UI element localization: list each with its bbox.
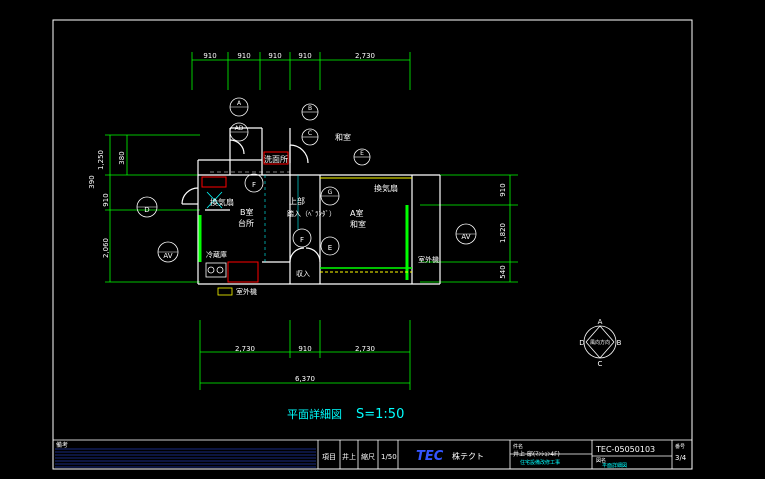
room-kanki-2: 換気扇 xyxy=(374,183,398,193)
dim-top-4: 910 xyxy=(298,52,311,60)
project-sub: 住宅設備改修工事 xyxy=(520,459,560,466)
title-block-hatch xyxy=(55,448,316,468)
dim-top-3: 910 xyxy=(268,52,281,60)
drawing-scale: S=1:50 xyxy=(356,407,404,422)
company-name: 株テクト xyxy=(452,451,484,461)
room-roka: 上部 xyxy=(289,196,305,206)
direction-left: D xyxy=(579,339,584,347)
room-nyuka: 踏入（ﾍﾞﾗﾝﾀﾞ） xyxy=(287,209,336,218)
dim-bottom-3: 2,730 xyxy=(355,345,375,353)
dim-right-3: 540 xyxy=(499,265,507,278)
view-marker-11: AV xyxy=(157,241,179,263)
company-logo: TEC xyxy=(416,449,444,464)
dim-right-1: 910 xyxy=(499,183,507,196)
dim-left-3: 910 xyxy=(102,193,110,206)
dim-left-total: 390 xyxy=(88,175,96,188)
direction-symbol: A D B C 風向方向 xyxy=(579,318,621,368)
marker-12-label: AV xyxy=(461,233,470,241)
dim-left-4: 2,060 xyxy=(102,238,110,258)
direction-top: A xyxy=(598,318,603,326)
room-reizou: 冷蔵庫 xyxy=(206,250,227,259)
marker-8-label: G xyxy=(328,189,333,196)
title-block-item-label: 項目 xyxy=(322,453,336,461)
view-marker-2: AD xyxy=(229,122,249,142)
room-a: A室 xyxy=(350,208,363,218)
room-b: B室 xyxy=(240,207,254,217)
marker-10-label: E xyxy=(328,244,332,252)
marker-9-label: F xyxy=(300,236,304,244)
marker-1-label: A xyxy=(237,100,242,107)
marker-5-label: E xyxy=(360,150,364,157)
drawing-title: 平面詳細図 xyxy=(287,407,342,421)
room-a-washitsu: 和室 xyxy=(350,219,366,229)
cad-drawing-canvas: 910 910 910 910 2,730 1,250 380 910 2,06… xyxy=(52,19,693,470)
view-marker-1: A xyxy=(229,97,249,117)
view-marker-8: G xyxy=(320,186,340,206)
direction-bottom: C xyxy=(598,360,603,368)
title-block-note-label: 備考 xyxy=(56,441,68,449)
title-block-scale-label: 縮尺 xyxy=(361,452,375,461)
marker-11-label: AV xyxy=(163,252,172,260)
view-marker-10: E xyxy=(320,236,340,256)
outdoor-unit-symbol xyxy=(217,287,233,296)
view-marker-12: AV xyxy=(455,223,477,245)
view-marker-9: F xyxy=(292,228,312,248)
marker-7-label: F xyxy=(252,181,256,189)
marker-3-label: B xyxy=(308,105,312,112)
view-marker-3: B xyxy=(301,103,319,121)
marker-2-label: AD xyxy=(235,125,244,132)
room-shitsugai-2: 室外機 xyxy=(418,255,439,264)
dim-left-2: 380 xyxy=(118,151,126,164)
dim-top-5: 2,730 xyxy=(355,52,375,60)
room-shunou: 収入 xyxy=(296,270,310,278)
dim-left-1: 1,250 xyxy=(97,150,105,170)
dim-bottom-2: 910 xyxy=(298,345,311,353)
marker-4-label: C xyxy=(308,130,312,137)
drawing-code: TEC-05050103 xyxy=(595,445,655,454)
dim-right-2: 1,820 xyxy=(499,223,507,243)
title-block-item-value: 井上 xyxy=(342,452,356,461)
room-daidokoro: 台所 xyxy=(238,218,254,228)
view-marker-5: E xyxy=(353,148,371,166)
view-marker-7: F xyxy=(244,173,264,193)
room-washitsu: 和室 xyxy=(335,132,351,142)
drawing-frame xyxy=(52,19,693,470)
project-value: 井上 邸(ﾏﾝｼｮﾝ4F) xyxy=(513,450,560,458)
sheet-label: 番号 xyxy=(675,443,685,450)
direction-right: B xyxy=(617,339,622,347)
dim-bottom-total: 6,370 xyxy=(295,375,315,383)
direction-center: 風向方向 xyxy=(590,339,610,346)
room-senmen: 洗面所 xyxy=(264,154,288,164)
title-block-scale-value: 1/50 xyxy=(381,453,397,461)
dim-top-2: 910 xyxy=(237,52,250,60)
dim-bottom-1: 2,730 xyxy=(235,345,255,353)
room-shitsugai-1: 室外機 xyxy=(236,287,257,296)
drawing-name-value: 平面詳細図 xyxy=(602,462,627,469)
project-label: 件名 xyxy=(513,443,523,450)
view-marker-6: D xyxy=(136,196,158,218)
view-marker-4: C xyxy=(301,128,319,146)
dim-top-1: 910 xyxy=(203,52,216,60)
room-kanki-1: 換気扇 xyxy=(210,197,234,207)
sheet-value: 3/4 xyxy=(675,454,687,462)
marker-6-label: D xyxy=(144,206,149,214)
